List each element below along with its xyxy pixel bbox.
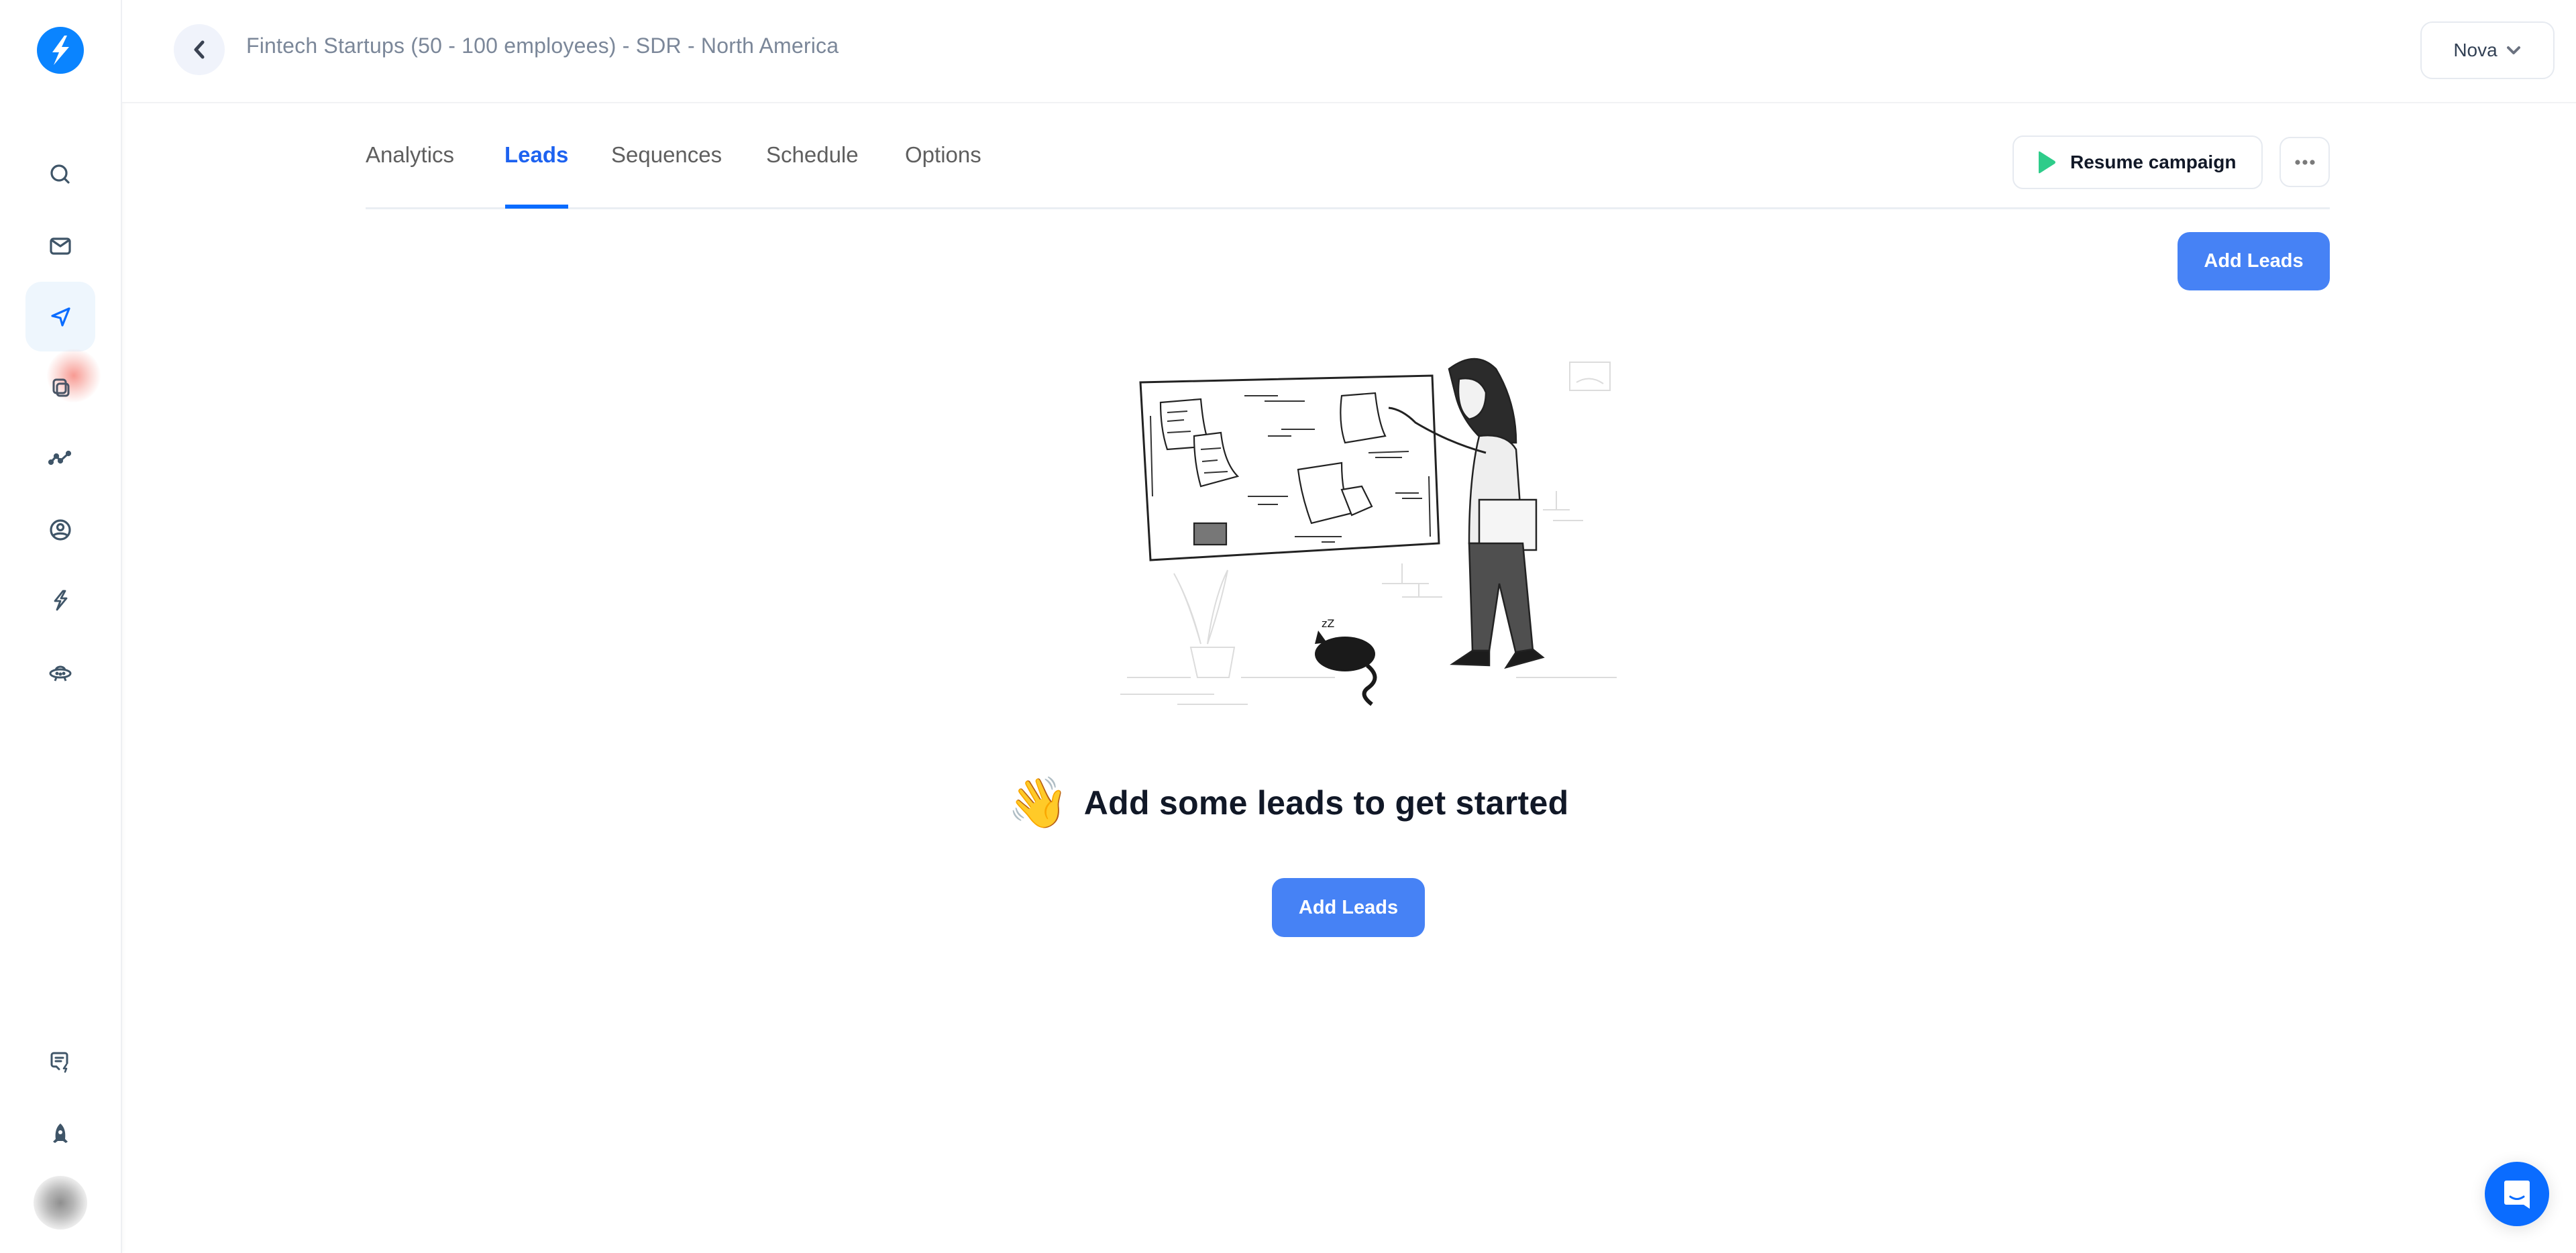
sidebar-item-analytics[interactable] (25, 423, 95, 493)
tabs-divider (366, 207, 2330, 209)
campaign-title: Fintech Startups (50 - 100 employees) - … (246, 34, 839, 58)
bolt-icon (54, 590, 68, 611)
tab-schedule[interactable]: Schedule (766, 142, 859, 168)
sidebar-item-contacts[interactable] (25, 495, 95, 565)
tab-options[interactable]: Options (905, 142, 981, 168)
ufo-icon (49, 665, 72, 682)
empty-state-illustration: zZ (1120, 358, 1617, 706)
sidebar-item-templates[interactable] (25, 353, 95, 423)
sidebar-item-whats-new[interactable] (25, 1099, 95, 1168)
sidebar-item-automations[interactable] (25, 565, 95, 635)
sleeping-cat: zZ (1315, 617, 1377, 706)
sidebar (0, 0, 122, 1253)
tab-sequences[interactable]: Sequences (611, 142, 722, 168)
resume-campaign-label: Resume campaign (2070, 152, 2237, 172)
mail-icon (50, 237, 71, 255)
sidebar-item-integrations[interactable] (25, 637, 95, 707)
empty-state-title: Add some leads to get started (1083, 784, 1569, 822)
play-icon (2039, 151, 2055, 174)
chat-launcher-button[interactable] (2485, 1162, 2549, 1226)
rocket-icon (53, 1124, 68, 1143)
waving-hand-emoji: 👋 (1007, 775, 1069, 830)
chevron-left-icon (194, 40, 205, 59)
more-horizontal-icon (2294, 159, 2315, 165)
sidebar-item-search[interactable] (25, 140, 95, 209)
avatar[interactable] (34, 1176, 87, 1230)
add-leads-button-center[interactable]: Add Leads (1272, 878, 1425, 937)
workspace-label: Nova (2453, 40, 2498, 60)
chat-bolt-icon (50, 1052, 68, 1073)
search-icon (50, 164, 70, 184)
user-circle-icon (50, 519, 71, 541)
add-leads-button-top[interactable]: Add Leads (2178, 232, 2330, 290)
resume-campaign-button[interactable]: Resume campaign (2012, 135, 2263, 189)
svg-text:zZ: zZ (1322, 617, 1334, 630)
send-icon (51, 307, 70, 327)
sidebar-item-inbox[interactable] (25, 211, 95, 280)
app-logo[interactable] (37, 27, 84, 74)
copy-icon (52, 378, 70, 397)
chat-smile-icon (2504, 1181, 2530, 1209)
more-options-button[interactable] (2279, 137, 2330, 187)
empty-state-heading: 👋 Add some leads to get started (0, 778, 2576, 828)
lightning-bolt-logo-icon (52, 36, 69, 65)
active-tab-indicator (505, 205, 568, 209)
sidebar-item-feedback[interactable] (25, 1027, 95, 1097)
back-button[interactable] (174, 24, 225, 75)
sidebar-item-campaigns[interactable] (25, 282, 95, 351)
tab-analytics[interactable]: Analytics (366, 142, 454, 168)
tab-leads[interactable]: Leads (504, 142, 568, 168)
trend-line-icon (48, 450, 72, 466)
workspace-dropdown[interactable]: Nova (2420, 21, 2555, 79)
chevron-down-icon (2506, 46, 2520, 54)
